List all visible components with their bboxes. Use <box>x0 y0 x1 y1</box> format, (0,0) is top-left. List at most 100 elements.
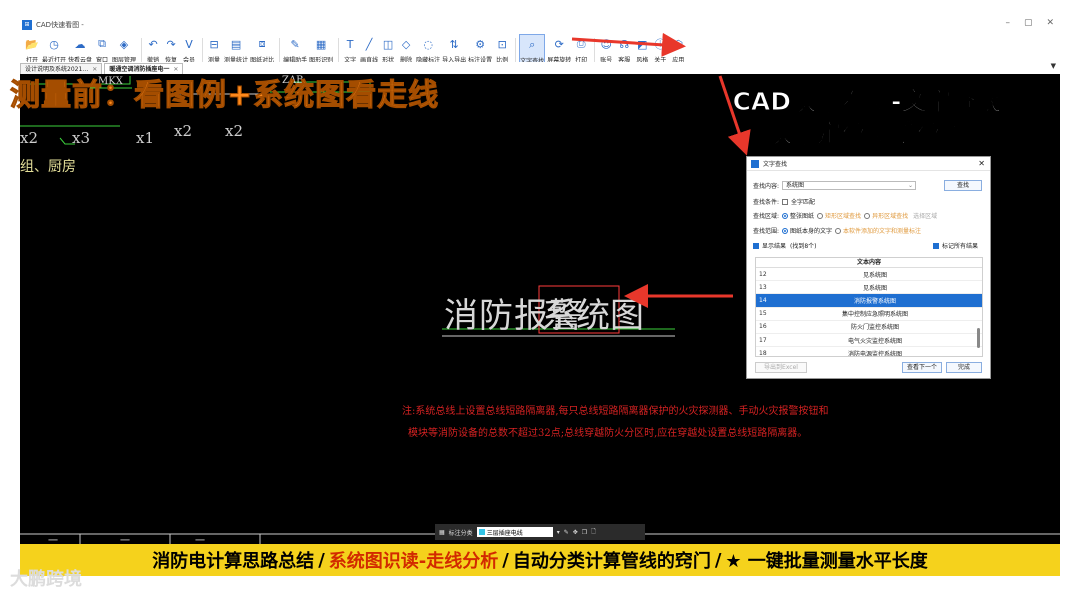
measure-icon: ⊟ <box>209 37 219 51</box>
maximize-button[interactable]: ▢ <box>1024 18 1033 28</box>
scope-added-label: 本软件添加的文字和测量标注 <box>843 228 922 235</box>
account-icon: ☺ <box>600 37 612 51</box>
row-index: 14 <box>759 296 767 304</box>
text-search-icon: ⌕ <box>529 38 536 51</box>
content-label: 查找内容: <box>753 183 780 190</box>
row-index: 15 <box>759 310 767 318</box>
scrollbar[interactable] <box>977 328 980 348</box>
dialog-titlebar: 文字查找 ✕ <box>747 157 990 171</box>
cad-fragment: 组、厨房 <box>20 159 76 175</box>
annotation-category-select[interactable]: 三层插座电线 <box>476 527 553 537</box>
row-text: 集中控制应急照明系统图 <box>841 311 908 319</box>
drawing-note-line-1: 注:系统总线上设置总线短路隔离器,每只总线短路隔离器保护的火灾探测器、手动火灾报… <box>402 406 829 417</box>
measure-stats-icon: ▤ <box>230 37 242 51</box>
row-text: 见系统图 <box>862 284 887 292</box>
watermark: 大鹏跨境 <box>10 569 82 590</box>
close-icon[interactable]: ✕ <box>978 159 985 168</box>
style-icon: ◩ <box>637 37 648 51</box>
undo-icon: ↶ <box>148 37 158 51</box>
done-button[interactable]: 完成 <box>946 362 982 373</box>
table-row[interactable]: 16 防火门监控系统图 <box>756 321 982 334</box>
results-table: 文本内容 12 见系统图 13 见系统图 14 消防报警系统图 15 集中控制应急照明系统图 1… <box>755 257 983 357</box>
cad-fragment: 一 <box>120 536 130 544</box>
dialog-app-icon <box>751 159 759 168</box>
apps-icon: ⬡ <box>673 37 683 51</box>
compare-icon: ⧈ <box>258 37 266 50</box>
video-caption: 消防电计算思路总结 / 系统图识读-走线分析 / 自动分类计算管线的窍门 / ★… <box>20 544 1060 576</box>
caption-part-4: ★ 一键批量测量水平长度 <box>725 551 928 572</box>
find-next-button[interactable]: 查看下一个 <box>902 362 942 373</box>
shape-recognize-icon: ▦ <box>315 37 327 51</box>
edit-assistant-icon: ✎ <box>290 37 300 51</box>
chevron-down-icon[interactable]: ⌄ <box>908 182 913 190</box>
layers-icon: ◈ <box>119 37 129 51</box>
scale-icon: ⊡ <box>497 37 507 51</box>
show-results-label: 显示结果 <box>762 243 787 250</box>
cad-fragment: x3 <box>72 129 91 147</box>
area-rect-label: 矩形区域查找 <box>825 213 862 220</box>
cad-fragment: x2 <box>225 122 244 140</box>
scope-label: 查找范围: <box>753 228 780 235</box>
edit-icon[interactable]: ✎ <box>564 529 569 536</box>
search-input[interactable]: 系统图 ⌄ <box>782 181 917 190</box>
title-bar: ⊞ CAD快速看图 - – ▢ ✕ <box>20 16 1060 34</box>
scope-added-radio[interactable] <box>835 227 842 234</box>
row-index: 16 <box>759 323 767 331</box>
close-button[interactable]: ✕ <box>1046 18 1054 28</box>
rotate-screen-icon: ⟳ <box>554 37 564 51</box>
area-whole-label: 整张图纸 <box>790 213 815 220</box>
row-index: 12 <box>759 270 767 278</box>
area-custom-label: 异形区域查找 <box>872 213 909 220</box>
table-row[interactable]: 13 见系统图 <box>756 281 982 295</box>
caption-part-3: 自动分类计算管线的窍门 <box>512 551 711 572</box>
table-header: 文本内容 <box>756 258 982 268</box>
area-label: 查找区域: <box>753 213 780 220</box>
row-index: 18 <box>759 349 767 357</box>
scope-drawing-radio[interactable] <box>782 227 789 234</box>
overlay-headline-right: CAD快速看图-文字查找 快速定位图纸位置 <box>732 87 1002 149</box>
full-match-label: 全字匹配 <box>791 199 816 206</box>
table-row[interactable]: 12 见系统图 <box>756 268 982 282</box>
copy-icon[interactable]: ❐ <box>582 529 587 536</box>
grid-icon[interactable]: ▦ <box>439 529 445 536</box>
condition-label: 查找条件: <box>753 199 780 206</box>
app-logo-icon: ⊞ <box>22 20 32 30</box>
annotation-category-label: 标注分类 <box>448 529 473 537</box>
row-index: 17 <box>759 336 767 344</box>
caption-part-2: 系统图识读-走线分析 <box>328 551 499 572</box>
row-text: 见系统图 <box>862 271 887 279</box>
eraser-icon: ◇ <box>401 37 411 51</box>
mark-all-checkbox[interactable] <box>933 242 939 249</box>
row-text: 消防报警系统图 <box>853 297 896 305</box>
tab-list-dropdown-icon[interactable]: ▼ <box>1051 62 1056 70</box>
mark-all-label: 标记所有结果 <box>942 243 979 250</box>
annotation-toolbar: ▦ 标注分类 三层插座电线 ▾ ✎ ✥ ❐ 🗋 <box>435 524 645 540</box>
minimize-button[interactable]: – <box>1005 18 1010 28</box>
hide-annotation-icon: ◌ <box>423 37 433 51</box>
area-rect-radio[interactable] <box>817 212 824 219</box>
color-swatch <box>478 529 485 535</box>
row-index: 13 <box>759 283 767 291</box>
table-row[interactable]: 18 消防电源监控系统图 <box>756 347 982 357</box>
cad-fragment: 一 <box>195 536 205 544</box>
area-whole-radio[interactable] <box>782 212 789 219</box>
table-row[interactable]: 15 集中控制应急照明系统图 <box>756 308 982 321</box>
delete-icon[interactable]: 🗋 <box>591 527 596 537</box>
scope-drawing-label: 图纸本身的文字 <box>790 228 833 235</box>
row-text: 防火门监控系统图 <box>850 324 899 332</box>
table-row[interactable]: 14 消防报警系统图 <box>756 294 982 308</box>
show-results-checkbox[interactable] <box>753 242 759 249</box>
full-match-checkbox[interactable] <box>782 198 789 205</box>
cad-fragment: 一 <box>48 536 58 544</box>
search-button[interactable]: 查找 <box>944 180 982 191</box>
dropdown-icon[interactable]: ▾ <box>557 529 560 536</box>
caption-part-1: 消防电计算思路总结 <box>152 551 315 572</box>
drawing-note-line-2: 模块等消防设备的总数不超过32点;总线穿越防火分区时,应在穿越处设置总线短路隔离… <box>408 428 808 439</box>
shape-icon: ◫ <box>382 37 394 51</box>
select-area-button[interactable]: 选择区域 <box>913 211 937 220</box>
table-row[interactable]: 17 电气火灾监控系统图 <box>756 334 982 348</box>
move-icon[interactable]: ✥ <box>573 529 578 536</box>
export-excel-button[interactable]: 导出到Excel <box>755 362 807 373</box>
area-custom-radio[interactable] <box>864 212 871 219</box>
redo-icon: ↷ <box>166 37 176 51</box>
